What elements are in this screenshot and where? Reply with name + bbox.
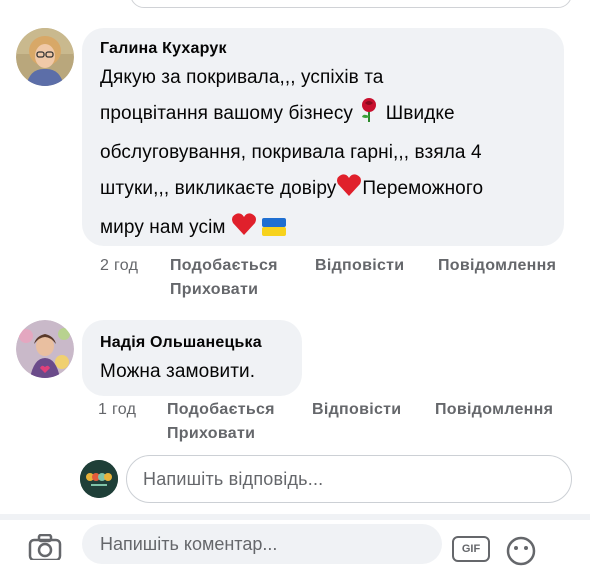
avatar[interactable] xyxy=(16,28,74,86)
comment-line: Можна замовити. xyxy=(100,361,256,382)
reply-input[interactable]: Напишіть відповідь... xyxy=(126,455,572,503)
comment-placeholder: Напишіть коментар... xyxy=(100,534,278,554)
comment-actions: 2 год Подобається Відповісти Повідомленн… xyxy=(100,254,580,304)
comment-time[interactable]: 2 год xyxy=(100,254,138,278)
emoji-icon[interactable] xyxy=(506,536,536,571)
comment-line-part: миру нам усім xyxy=(100,217,226,238)
reply-button[interactable]: Відповісти xyxy=(315,254,404,278)
current-user-avatar xyxy=(80,460,118,498)
avatar[interactable] xyxy=(16,320,74,378)
heart-icon xyxy=(231,212,257,249)
comment-line: Дякую за покривала,,, успіхів та xyxy=(100,67,384,88)
comment-line-part: штуки,,, викликаєте довіру xyxy=(100,178,337,199)
comment-actions: 1 год Подобається Відповісти Повідомленн… xyxy=(98,398,578,448)
ukraine-flag-icon xyxy=(262,213,287,249)
comment-line-part: Переможного xyxy=(362,178,484,199)
message-button[interactable]: Повідомлення xyxy=(435,398,553,422)
comment-author[interactable]: Надія Ольшанецька xyxy=(100,334,262,352)
comment-line: процвітання вашому бізнесу Швидке xyxy=(100,96,560,135)
comment-text: Дякую за покривала,,, успіхів та процвіт… xyxy=(100,60,560,249)
comment-line: обслуговування, покривала гарні,,, взяла… xyxy=(100,142,482,163)
comment-input[interactable]: Напишіть коментар... xyxy=(82,524,442,564)
comment-line-part: Швидке xyxy=(385,103,455,124)
comment-line-part: процвітання вашому бізнесу xyxy=(100,103,354,124)
like-button[interactable]: Подобається xyxy=(170,254,278,278)
message-button[interactable]: Повідомлення xyxy=(438,254,556,278)
hide-button[interactable]: Приховати xyxy=(167,422,255,446)
reply-button[interactable]: Відповісти xyxy=(312,398,401,422)
hide-button[interactable]: Приховати xyxy=(170,278,258,302)
camera-icon[interactable] xyxy=(28,533,62,565)
reply-placeholder: Напишіть відповідь... xyxy=(143,469,324,489)
gif-button[interactable]: GIF xyxy=(452,536,490,562)
like-button[interactable]: Подобається xyxy=(167,398,275,422)
comment-line: миру нам усім xyxy=(100,210,560,249)
comment-line: штуки,,, викликаєте довіру Переможного xyxy=(100,171,560,210)
comment-time[interactable]: 1 год xyxy=(98,398,136,422)
previous-reply-input[interactable] xyxy=(130,0,572,8)
heart-icon xyxy=(336,173,362,210)
rose-icon xyxy=(358,98,380,135)
comment-text: Можна замовити. xyxy=(100,354,300,390)
comment-author[interactable]: Галина Кухарук xyxy=(100,40,227,58)
